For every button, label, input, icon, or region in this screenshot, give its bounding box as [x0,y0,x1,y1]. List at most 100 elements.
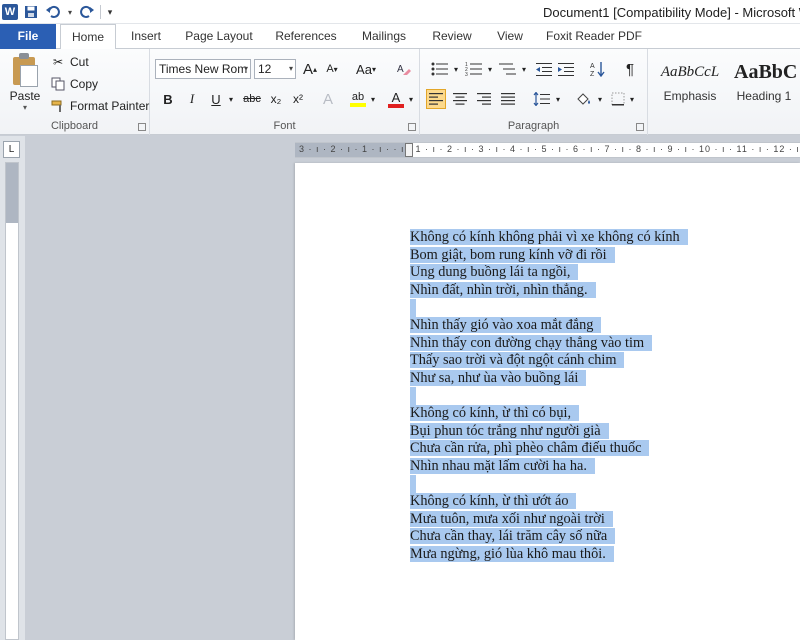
blank-line[interactable] [410,387,688,405]
text-line[interactable]: Mưa tuôn, mưa xối như ngoài trời [410,510,688,529]
italic-button[interactable]: I [182,89,202,109]
highlight-button[interactable]: ab [348,89,368,109]
word-app-icon[interactable]: W [2,4,18,20]
undo-dropdown-icon[interactable]: ▾ [66,3,74,21]
grow-font-icon: A [302,60,313,78]
tab-file[interactable]: File [0,24,56,49]
font-color-swatch [388,103,404,108]
clear-formatting-button[interactable]: A [394,59,414,79]
align-left-button[interactable] [426,89,446,109]
line-spacing-dropdown[interactable]: ▾ [554,89,562,109]
text-line[interactable]: Như sa, như ùa vào buồng lái [410,369,688,388]
chevron-down-icon[interactable]: ▾ [6,103,44,112]
font-name-dropdown[interactable]: Times New Rom ▾ [155,59,251,79]
blank-line[interactable] [410,299,688,317]
text-line[interactable]: Mưa ngừng, gió lùa khô mau thôi. [410,545,688,564]
horizontal-ruler[interactable]: 3 · ı · 2 · ı · 1 · ı · · ı · 1 · ı · 2 … [295,142,800,158]
format-painter-button[interactable]: Format Painter [50,96,149,116]
decrease-indent-button[interactable] [534,59,554,79]
document-page[interactable]: Không có kính không phải vì xe không có … [295,163,800,640]
style-heading-1[interactable]: AaBbC Heading 1 [728,55,800,111]
document-body[interactable]: Không có kính không phải vì xe không có … [410,229,688,563]
save-icon[interactable] [22,3,40,21]
text-line[interactable]: Không có kính không phải vì xe không có … [410,229,688,247]
text-line[interactable]: Chưa cần thay, lái trăm cây số nữa [410,528,688,546]
line-spacing-button[interactable] [530,89,554,109]
justify-button[interactable] [498,89,518,109]
text-line[interactable]: Nhìn đất, nhìn trời, nhìn thẳng. [410,281,688,300]
font-color-dropdown[interactable]: ▾ [406,89,416,109]
text-line[interactable]: Nhìn nhau mặt lấm cười ha ha. [410,457,688,476]
borders-button[interactable] [608,89,628,109]
borders-dropdown[interactable]: ▾ [628,89,636,109]
underline-button[interactable]: U [206,89,226,109]
tab-view[interactable]: View [490,24,530,49]
text-line[interactable]: Chưa cần rửa, phì phèo châm điếu thuốc [410,440,688,458]
shading-button[interactable] [572,89,596,109]
tab-page-layout[interactable]: Page Layout [180,24,258,49]
tab-references[interactable]: References [270,24,342,49]
change-case-button[interactable]: Aa ▾ [352,59,380,79]
bullets-button[interactable] [428,59,452,79]
font-size-dropdown[interactable]: 12 ▾ [254,59,296,79]
numbering-button[interactable]: 123 [462,59,486,79]
style-emphasis-sample: AaBbCcL [660,64,720,80]
underline-dropdown[interactable]: ▾ [226,89,236,109]
text-line[interactable]: Không có kính, ừ thì ướt áo [410,492,688,511]
cut-button[interactable]: ✂ Cut [50,52,89,72]
text-line[interactable]: Nhìn thấy gió vào xoa mắt đắng [410,316,688,335]
text-line[interactable]: Nhìn thấy con đường chạy thẳng vào tim [410,334,688,353]
chevron-down-icon: ▾ [243,64,248,73]
redo-icon[interactable] [78,3,96,21]
tab-mailings[interactable]: Mailings [354,24,414,49]
grow-font-button[interactable]: A ▴ [300,59,320,79]
customize-toolbar-icon[interactable]: ▾ [105,3,115,21]
undo-icon[interactable] [44,3,62,21]
strikethrough-button[interactable]: abc [240,89,264,109]
tab-selector-icon[interactable]: L [3,141,20,158]
multilevel-dropdown[interactable]: ▾ [520,59,528,79]
selected-text: Bom giật, bom rung kính vỡ đi rồi [410,246,615,263]
highlight-dropdown[interactable]: ▾ [368,89,378,109]
tab-home[interactable]: Home [60,24,116,50]
font-color-button[interactable]: A [386,89,406,109]
align-right-button[interactable] [474,89,494,109]
text-line[interactable]: Bụi phun tóc trắng như người già [410,422,688,441]
dialog-launcher-icon[interactable] [138,123,146,131]
text-line[interactable]: Bom giật, bom rung kính vỡ đi rồi [410,246,688,265]
numbering-dropdown[interactable]: ▾ [486,59,494,79]
tab-insert[interactable]: Insert [122,24,170,49]
vertical-ruler[interactable] [5,162,19,640]
selected-text: Chưa cần rửa, phì phèo châm điếu thuốc [410,440,650,457]
blank-line[interactable] [410,475,688,493]
shading-dropdown[interactable]: ▾ [596,89,604,109]
bold-button[interactable]: B [158,89,178,109]
bullets-dropdown[interactable]: ▾ [452,59,460,79]
ruler-ticks: 3 · ı · 2 · ı · 1 · ı · · ı · 1 · ı · 2 … [299,144,800,154]
text-line[interactable]: Không có kính, ừ thì có bụi, [410,404,688,423]
style-emphasis[interactable]: AaBbCcL Emphasis [654,55,726,111]
decrease-indent-icon [536,63,552,76]
subscript-button[interactable]: x₂ [266,89,286,109]
font-group: Times New Rom ▾ 12 ▾ A ▴ A ▾ Aa ▾ A B I U ▾… [150,49,420,135]
indent-marker[interactable] [405,143,413,157]
superscript-button[interactable]: x² [288,89,308,109]
paste-button[interactable]: Paste ▾ [6,53,44,113]
dialog-launcher-icon[interactable] [408,123,416,131]
tab-review[interactable]: Review [426,24,478,49]
font-group-label: Font [273,120,296,132]
tab-foxit-reader-pdf[interactable]: Foxit Reader PDF [544,24,644,49]
text-line[interactable]: Ung dung buồng lái ta ngồi, [410,264,688,282]
align-center-button[interactable] [450,89,470,109]
toolbar-separator [100,5,101,19]
shrink-font-button[interactable]: A ▾ [322,59,342,79]
copy-button[interactable]: Copy [50,74,98,94]
show-formatting-button[interactable]: ¶ [620,59,640,79]
multilevel-list-button[interactable] [496,59,520,79]
text-line[interactable]: Thấy sao trời và đột ngột cánh chim [410,352,688,370]
increase-indent-button[interactable] [556,59,576,79]
svg-text:A: A [397,64,404,75]
text-effects-button[interactable]: A [318,89,338,109]
dialog-launcher-icon[interactable] [636,123,644,131]
sort-button[interactable]: AZ [588,59,608,79]
